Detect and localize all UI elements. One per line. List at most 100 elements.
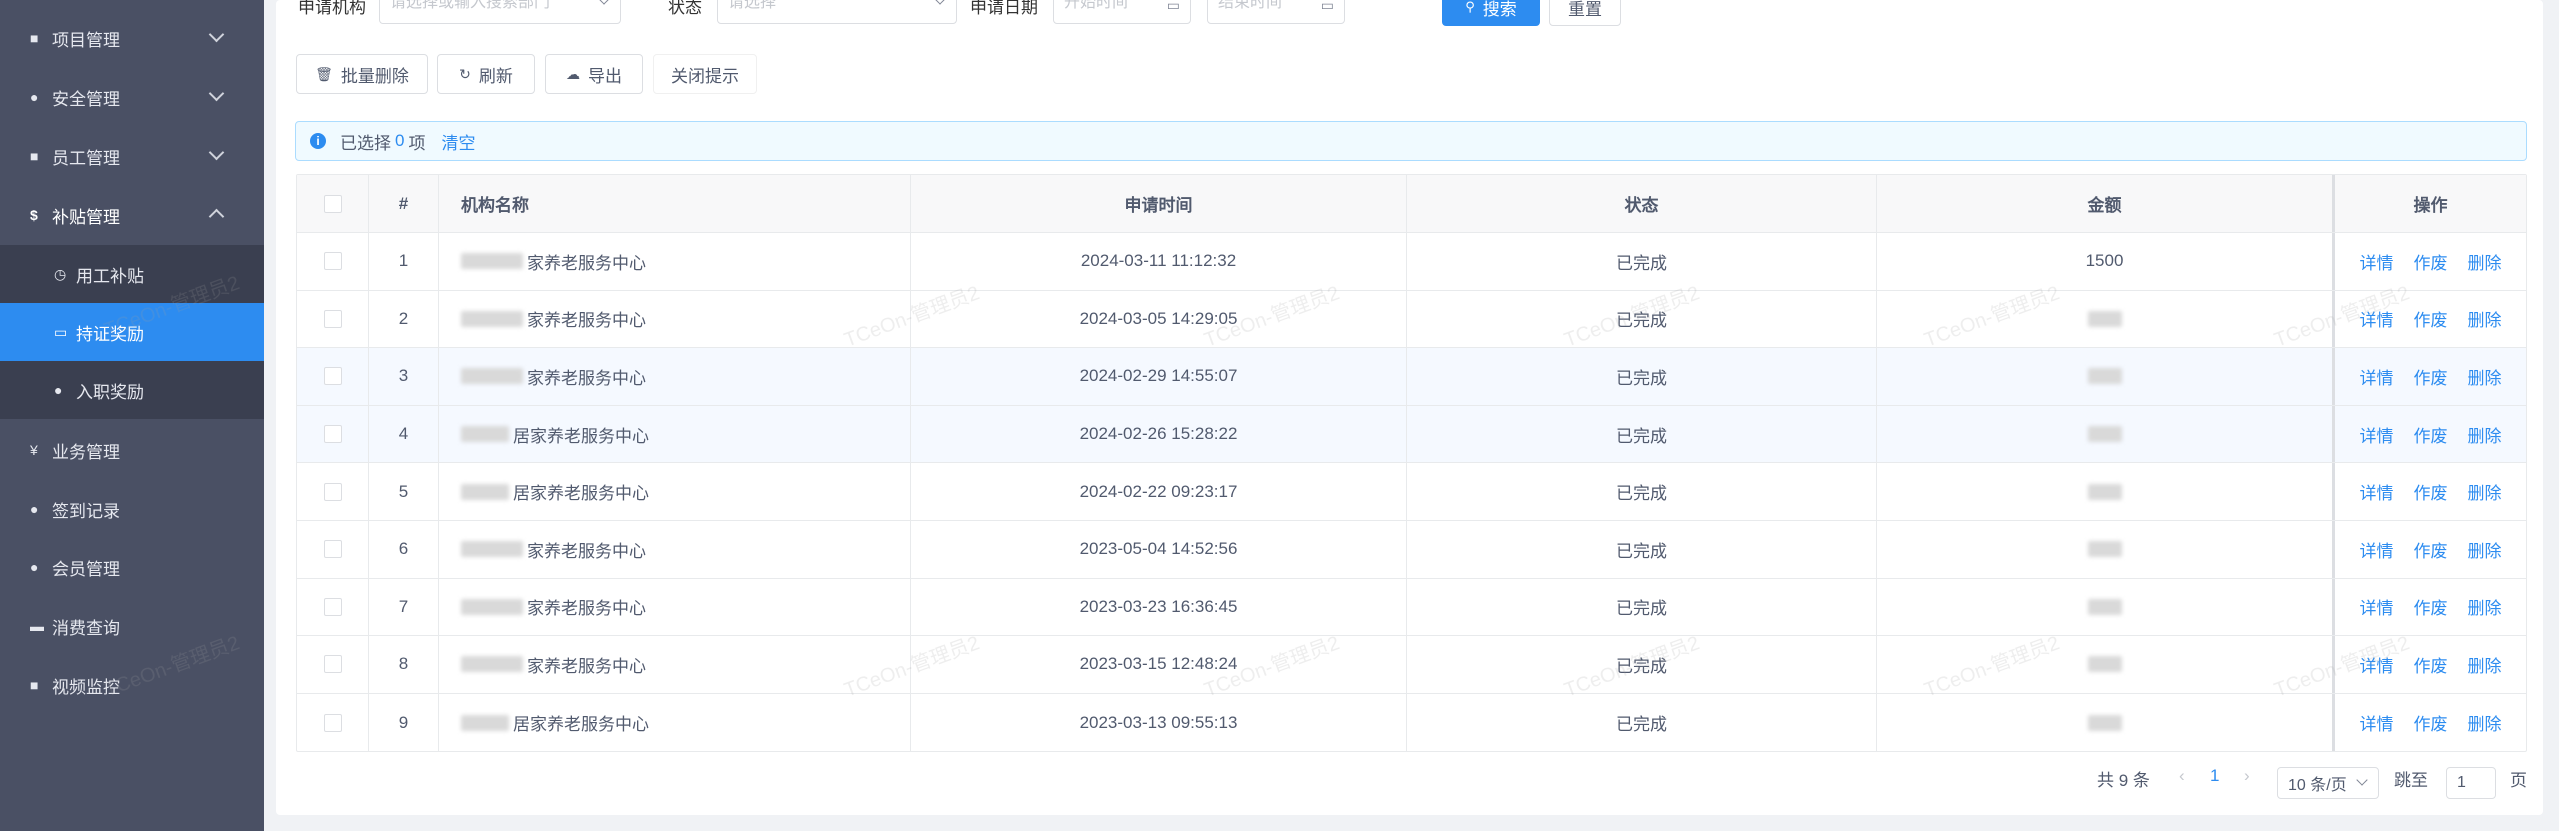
page-size-select[interactable]: 10 条/页 <box>2277 767 2379 799</box>
search-button[interactable]: ⚲ 搜索 <box>1442 0 1540 26</box>
menu-consumption[interactable]: ▬ 消费查询 <box>0 597 264 655</box>
delete-link[interactable]: 删除 <box>2468 422 2502 447</box>
table-row: 6 家养老服务中心 2023-05-04 14:52:56 已完成 详情 作废 … <box>297 520 2526 579</box>
detail-link[interactable]: 详情 <box>2360 364 2394 389</box>
detail-link[interactable]: 详情 <box>2360 479 2394 504</box>
row-checkbox[interactable] <box>323 597 342 616</box>
detail-link[interactable]: 详情 <box>2360 537 2394 562</box>
row-checkbox[interactable] <box>323 425 342 444</box>
prev-page-icon[interactable]: ‹ <box>2179 766 2185 786</box>
row-checkbox[interactable] <box>323 655 342 674</box>
end-date-input[interactable]: 结束时间 ▭ <box>1207 0 1345 24</box>
chevron-down-icon <box>2356 774 2368 786</box>
delete-link[interactable]: 删除 <box>2468 479 2502 504</box>
close-tip-button[interactable]: 关闭提示 <box>653 54 757 94</box>
status-select[interactable]: 请选择 <box>717 0 957 24</box>
folder-icon: ■ <box>30 30 39 46</box>
row-index: 5 <box>369 463 439 520</box>
delete-link[interactable]: 删除 <box>2468 249 2502 274</box>
row-checkbox[interactable] <box>323 367 342 386</box>
submenu-onboarding-reward[interactable]: ● 入职奖励 <box>0 361 264 419</box>
org-select-placeholder: 请选择或输入搜索部门 <box>390 0 551 11</box>
refresh-label: 刷新 <box>478 66 513 86</box>
void-link[interactable]: 作废 <box>2414 364 2448 389</box>
user-add-icon: ● <box>54 382 63 398</box>
refresh-button[interactable]: ↻ 刷新 <box>437 54 535 94</box>
org-select[interactable]: 请选择或输入搜索部门 <box>379 0 621 24</box>
chevron-down-icon <box>208 85 225 102</box>
menu-video[interactable]: ■ 视频监控 <box>0 656 264 714</box>
row-checkbox[interactable] <box>323 252 342 271</box>
start-date-input[interactable]: 开始时间 ▭ <box>1053 0 1191 24</box>
select-all-checkbox[interactable] <box>323 194 342 213</box>
redacted-org-prefix <box>461 426 509 443</box>
menu-project[interactable]: ■ 项目管理 <box>0 9 264 67</box>
void-link[interactable]: 作废 <box>2414 249 2448 274</box>
reset-button[interactable]: 重置 <box>1549 0 1621 26</box>
batch-delete-button[interactable]: 🗑 批量删除 <box>296 54 428 94</box>
void-link[interactable]: 作废 <box>2414 710 2448 735</box>
clear-selection-link[interactable]: 清空 <box>441 129 475 154</box>
redacted-amount <box>2087 541 2122 558</box>
refresh-icon: ↻ <box>459 65 471 82</box>
menu-safety[interactable]: ● 安全管理 <box>0 68 264 126</box>
calendar-icon: ▭ <box>1320 0 1334 13</box>
row-ops: 详情 作废 删除 <box>2335 694 2526 752</box>
row-status: 已完成 <box>1407 405 1877 463</box>
menu-staff[interactable]: ■ 员工管理 <box>0 127 264 185</box>
row-checkbox[interactable] <box>323 713 342 732</box>
void-link[interactable]: 作废 <box>2414 422 2448 447</box>
row-checkbox[interactable] <box>323 540 342 559</box>
row-checkbox[interactable] <box>323 309 342 328</box>
row-checkbox-cell <box>297 636 369 693</box>
page-1[interactable]: 1 <box>2210 766 2219 786</box>
alert-suffix: 项 <box>408 133 426 153</box>
submenu-labor-subsidy[interactable]: ◷ 用工补贴 <box>0 245 264 303</box>
row-amount <box>1877 290 2335 348</box>
menu-label: 项目管理 <box>52 30 120 50</box>
info-icon: i <box>310 133 326 149</box>
user-icon: ● <box>30 559 39 575</box>
row-checkbox[interactable] <box>323 482 342 501</box>
selected-count: 0 <box>395 131 405 150</box>
detail-link[interactable]: 详情 <box>2360 249 2394 274</box>
row-index: 2 <box>369 290 439 348</box>
table-row: 9 居家养老服务中心 2023-03-13 09:55:13 已完成 详情 作废… <box>297 693 2526 752</box>
menu-business[interactable]: ¥ 业务管理 <box>0 421 264 479</box>
submenu-certificate-reward[interactable]: ▭ 持证奖励 <box>0 303 264 361</box>
row-org: 家养老服务中心 <box>439 578 911 636</box>
export-button[interactable]: ☁ 导出 <box>545 54 643 94</box>
next-page-icon[interactable]: › <box>2244 766 2250 786</box>
detail-link[interactable]: 详情 <box>2360 710 2394 735</box>
jump-input[interactable]: 1 <box>2446 767 2496 799</box>
header-status: 状态 <box>1407 175 1877 232</box>
detail-link[interactable]: 详情 <box>2360 594 2394 619</box>
void-link[interactable]: 作废 <box>2414 479 2448 504</box>
row-ops: 详情 作废 删除 <box>2335 233 2526 290</box>
void-link[interactable]: 作废 <box>2414 537 2448 562</box>
menu-label: 视频监控 <box>52 677 120 697</box>
delete-link[interactable]: 删除 <box>2468 364 2502 389</box>
menu-member[interactable]: ● 会员管理 <box>0 538 264 596</box>
table-row: 5 居家养老服务中心 2024-02-22 09:23:17 已完成 详情 作废… <box>297 463 2526 521</box>
search-icon: ⚲ <box>1465 0 1475 14</box>
detail-link[interactable]: 详情 <box>2360 422 2394 447</box>
delete-link[interactable]: 删除 <box>2468 652 2502 677</box>
detail-link[interactable]: 详情 <box>2360 306 2394 331</box>
void-link[interactable]: 作废 <box>2414 306 2448 331</box>
org-name: 家养老服务中心 <box>527 311 646 331</box>
void-link[interactable]: 作废 <box>2414 652 2448 677</box>
delete-link[interactable]: 删除 <box>2468 710 2502 735</box>
menu-subsidy[interactable]: $ 补贴管理 <box>0 186 264 244</box>
detail-link[interactable]: 详情 <box>2360 652 2394 677</box>
delete-link[interactable]: 删除 <box>2468 306 2502 331</box>
delete-link[interactable]: 删除 <box>2468 537 2502 562</box>
menu-checkin[interactable]: ● 签到记录 <box>0 480 264 538</box>
batch-delete-label: 批量删除 <box>340 66 409 86</box>
row-status: 已完成 <box>1407 290 1877 348</box>
row-checkbox-cell <box>297 463 369 520</box>
row-index: 1 <box>369 233 439 290</box>
delete-link[interactable]: 删除 <box>2468 594 2502 619</box>
table-header: # 机构名称 申请时间 状态 金额 操作 <box>297 175 2526 233</box>
void-link[interactable]: 作废 <box>2414 594 2448 619</box>
